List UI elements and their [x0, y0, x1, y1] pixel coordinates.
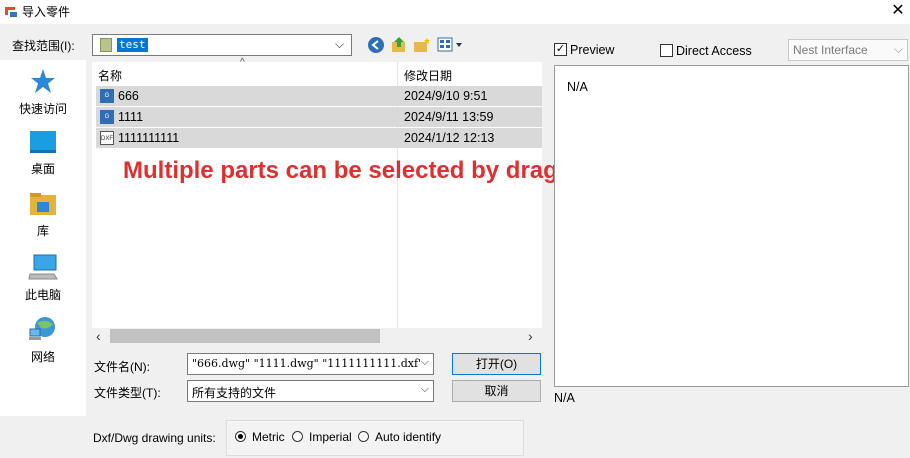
sort-ascending-icon: ^: [240, 57, 245, 68]
file-name: 1111111111: [118, 131, 180, 145]
place-this-pc[interactable]: 此电脑: [0, 254, 86, 303]
filetype-dropdown[interactable]: 所有支持的文件 ⌵: [187, 380, 434, 402]
nest-interface-label: Nest Interface: [793, 43, 868, 57]
radio-label: Imperial: [309, 430, 352, 444]
file-date: 2024/1/12 12:13: [404, 131, 495, 145]
file-name: 1111: [118, 110, 144, 124]
cancel-button[interactable]: 取消: [452, 380, 541, 402]
desktop-icon: [30, 131, 56, 153]
column-header-name[interactable]: 名称: [98, 67, 122, 84]
place-desktop[interactable]: 桌面: [0, 130, 86, 177]
look-in-label: 查找范围(I):: [12, 39, 75, 53]
file-list[interactable]: ^ 名称 修改日期 G 666 2024/9/10 9:51 G 1111 20…: [92, 57, 542, 328]
nest-interface-dropdown[interactable]: Nest Interface ⌵: [788, 39, 908, 61]
scroll-thumb[interactable]: [110, 329, 380, 343]
direct-access-label: Direct Access: [676, 44, 752, 58]
dwg-file-icon: G: [100, 110, 114, 124]
places-bar: 快速访问 桌面 库 此电脑 网络: [0, 60, 86, 416]
network-icon: [29, 317, 55, 340]
radio-label: Auto identify: [375, 430, 442, 444]
direct-access-checkbox[interactable]: [660, 44, 673, 57]
place-quick-access[interactable]: 快速访问: [0, 68, 86, 117]
dwg-file-icon: G: [100, 89, 114, 103]
look-in-dropdown[interactable]: test ⌵: [92, 34, 352, 56]
place-library[interactable]: 库: [0, 192, 86, 239]
file-date: 2024/9/10 9:51: [404, 89, 488, 103]
preview-panel: N/A: [554, 65, 909, 387]
place-label: 此电脑: [24, 288, 61, 302]
place-label: 桌面: [30, 162, 55, 176]
dxf-file-icon: DXF: [100, 131, 114, 145]
file-row[interactable]: DXF 1111111111 2024/1/12 12:13: [96, 128, 542, 148]
radio-metric[interactable]: [235, 431, 246, 442]
computer-icon: [28, 254, 58, 280]
preview-status: N/A: [567, 80, 588, 94]
chevron-down-icon[interactable]: ⌵: [894, 42, 903, 57]
new-folder-icon[interactable]: [413, 36, 431, 54]
library-icon: [30, 193, 56, 215]
back-icon[interactable]: [367, 36, 385, 54]
preview-checkbox[interactable]: ✓: [554, 43, 567, 56]
place-label: 网络: [30, 350, 55, 364]
star-icon: [31, 69, 55, 93]
filename-label: 文件名(N):: [94, 360, 150, 374]
place-network[interactable]: 网络: [0, 316, 86, 365]
window-title: 导入零件: [22, 5, 71, 19]
radio-auto-identify[interactable]: [358, 431, 369, 442]
file-date: 2024/9/11 13:59: [404, 110, 494, 124]
units-radio-group: Metric Imperial Auto identify: [226, 420, 524, 456]
place-label: 快速访问: [18, 102, 67, 116]
place-label: 库: [36, 224, 49, 238]
scroll-right-icon[interactable]: ›: [528, 328, 533, 344]
file-row[interactable]: G 1111 2024/9/11 13:59: [96, 107, 542, 127]
filename-value: "666.dwg" "1111.dwg" "1111111111.dxf": [192, 357, 420, 370]
title-bar: 导入零件 ✕: [0, 0, 910, 24]
open-button[interactable]: 打开(O): [452, 353, 541, 375]
app-logo-icon: [4, 4, 18, 18]
preview-label: Preview: [570, 43, 615, 57]
radio-imperial[interactable]: [292, 431, 303, 442]
radio-label: Metric: [252, 430, 285, 444]
view-menu-icon[interactable]: [437, 37, 465, 53]
filetype-value: 所有支持的文件: [192, 386, 277, 400]
filename-field[interactable]: "666.dwg" "1111.dwg" "1111111111.dxf" ⌵: [187, 353, 434, 375]
column-header-date[interactable]: 修改日期: [404, 67, 452, 84]
file-name: 666: [118, 89, 139, 103]
scroll-left-icon[interactable]: ‹: [96, 328, 101, 344]
file-row[interactable]: G 666 2024/9/10 9:51: [96, 86, 542, 106]
chevron-down-icon[interactable]: ⌵: [421, 356, 429, 369]
preview-info: N/A: [554, 391, 575, 405]
look-in-value: test: [117, 38, 148, 52]
chevron-down-icon[interactable]: ⌵: [335, 37, 344, 52]
units-label: Dxf/Dwg drawing units:: [93, 431, 216, 445]
filetype-label: 文件类型(T):: [94, 386, 161, 400]
horizontal-scrollbar[interactable]: ‹ ›: [92, 328, 542, 344]
chevron-down-icon[interactable]: ⌵: [421, 383, 429, 396]
up-folder-icon[interactable]: [390, 36, 408, 54]
units-panel: Dxf/Dwg drawing units: Metric Imperial A…: [86, 420, 526, 458]
close-button[interactable]: ✕: [888, 1, 908, 21]
folder-icon: [100, 38, 112, 52]
